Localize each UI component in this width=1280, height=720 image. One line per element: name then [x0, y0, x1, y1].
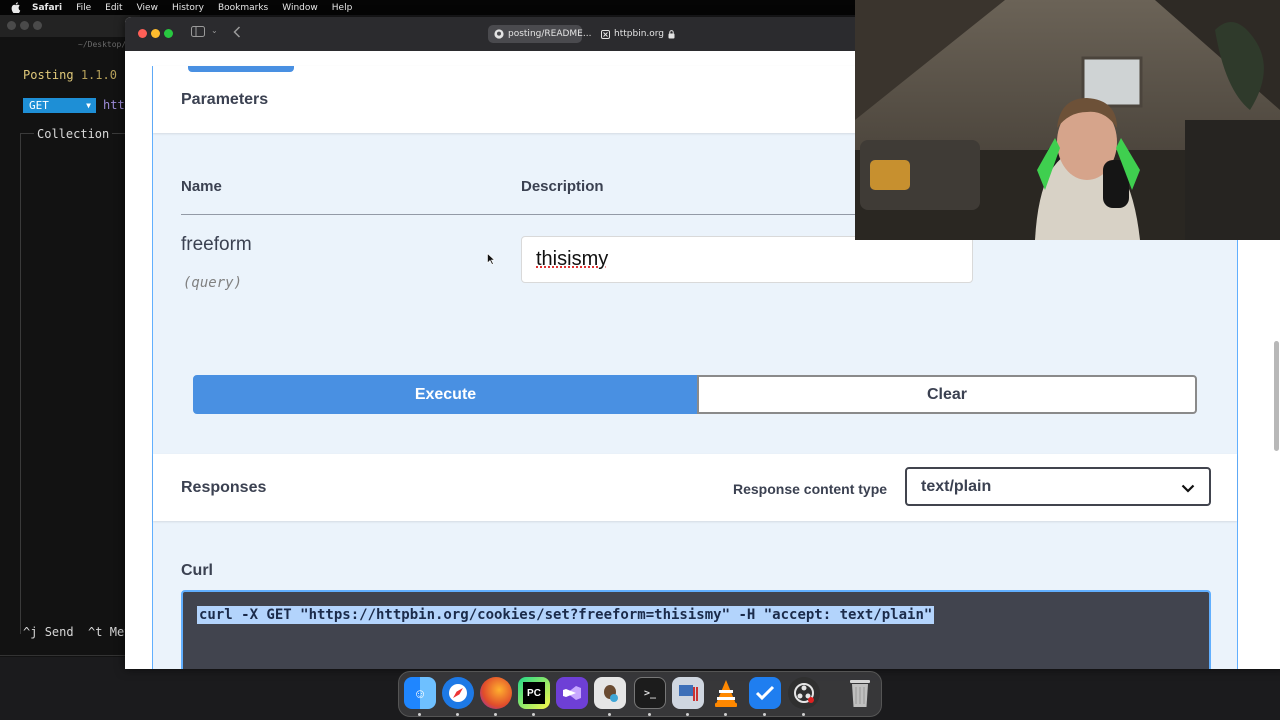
- preview-icon[interactable]: [594, 677, 626, 709]
- system-monitor-icon[interactable]: [672, 677, 704, 709]
- close-button[interactable]: [138, 29, 147, 38]
- safari-icon[interactable]: [442, 677, 474, 709]
- sidebar-toggle-icon[interactable]: [191, 26, 205, 37]
- menu-help[interactable]: Help: [332, 3, 353, 13]
- keybinding-footer: ^j Send ^t Met: [23, 625, 131, 639]
- mouse-cursor-icon: [487, 252, 496, 265]
- tab-httpbin[interactable]: httpbin.org: [595, 25, 677, 43]
- tasks-icon[interactable]: [749, 677, 781, 709]
- menu-file[interactable]: File: [76, 3, 91, 13]
- curl-label: Curl: [181, 562, 213, 579]
- dock: ☺ PC >_: [398, 671, 882, 717]
- column-header-description: Description: [521, 178, 604, 195]
- method-value: GET: [29, 99, 49, 112]
- responses-header: Responses Response content type text/pla…: [153, 454, 1237, 521]
- webcam-overlay: [855, 0, 1280, 240]
- column-header-name: Name: [181, 178, 222, 195]
- triangle-down-icon: ▼: [86, 101, 91, 110]
- method-select[interactable]: GET ▼: [23, 98, 96, 113]
- curl-box[interactable]: curl -X GET "https://httpbin.org/cookies…: [181, 590, 1211, 669]
- menu-window[interactable]: Window: [282, 3, 318, 13]
- curl-command[interactable]: curl -X GET "https://httpbin.org/cookies…: [197, 606, 935, 624]
- visual-studio-icon[interactable]: [556, 677, 588, 709]
- response-content-type-value: text/plain: [921, 477, 992, 495]
- tab-label: httpbin.org: [614, 29, 665, 39]
- method-key: ^t: [88, 625, 103, 639]
- terminal-window: ~/Desktop/ Posting 1.1.0 GET ▼ htt Colle…: [0, 15, 151, 657]
- finder-icon[interactable]: ☺: [404, 677, 436, 709]
- terminal-zoom-button[interactable]: [33, 21, 42, 30]
- execute-button[interactable]: Execute: [193, 375, 698, 414]
- site-favicon-icon: [601, 29, 610, 39]
- freeform-input[interactable]: thisismy: [521, 236, 973, 283]
- freeform-input-value: thisismy: [536, 248, 609, 270]
- page-scrollbar[interactable]: [1274, 341, 1279, 451]
- running-indicator: [802, 713, 805, 716]
- running-indicator: [763, 713, 766, 716]
- tab-posting-readme[interactable]: posting/README...: [488, 25, 591, 43]
- collection-title: Collection: [34, 127, 113, 141]
- running-indicator: [494, 713, 497, 716]
- menu-bookmarks[interactable]: Bookmarks: [218, 3, 268, 13]
- response-content-type-select[interactable]: text/plain: [905, 467, 1211, 506]
- running-indicator: [418, 713, 421, 716]
- tab-label: posting/README...: [508, 29, 592, 39]
- menu-view[interactable]: View: [137, 3, 158, 13]
- running-indicator: [648, 713, 651, 716]
- chevron-down-icon[interactable]: ⌄: [211, 26, 218, 35]
- chevron-down-icon: [1181, 480, 1195, 498]
- response-content-type-label: Response content type: [733, 481, 888, 497]
- running-indicator: [456, 713, 459, 716]
- app-version: Posting 1.1.0: [23, 68, 117, 82]
- parameter-name: freeform: [181, 234, 252, 255]
- app-name: Posting: [23, 68, 74, 82]
- clear-button[interactable]: Clear: [697, 375, 1197, 414]
- running-indicator: [608, 713, 611, 716]
- parameter-location: (query): [183, 275, 243, 291]
- webcam-image: [855, 0, 1280, 240]
- apple-icon[interactable]: [10, 2, 22, 14]
- parameters-title: Parameters: [181, 91, 269, 108]
- terminal-path: ~/Desktop/: [78, 40, 127, 49]
- version-number: 1.1.0: [80, 68, 117, 82]
- menu-app-safari[interactable]: Safari: [32, 3, 62, 13]
- running-indicator: [532, 713, 535, 716]
- responses-title: Responses: [181, 479, 267, 496]
- back-icon[interactable]: [233, 26, 241, 38]
- cancel-button[interactable]: [188, 66, 294, 72]
- terminal-icon[interactable]: >_: [634, 677, 666, 709]
- terminal-close-button[interactable]: [7, 21, 16, 30]
- vlc-icon[interactable]: [710, 677, 742, 709]
- terminal-minimize-button[interactable]: [20, 21, 29, 30]
- menu-edit[interactable]: Edit: [105, 3, 122, 13]
- send-key: ^j: [23, 625, 38, 639]
- obs-icon[interactable]: [788, 677, 820, 709]
- terminal-divider: [0, 655, 140, 656]
- send-label: Send: [44, 625, 74, 639]
- running-indicator: [686, 713, 689, 716]
- terminal-titlebar: [0, 15, 140, 37]
- minimize-button[interactable]: [151, 29, 160, 38]
- running-indicator: [724, 713, 727, 716]
- github-icon: [494, 29, 504, 39]
- trash-icon[interactable]: [844, 677, 876, 709]
- url-input[interactable]: htt: [103, 98, 125, 112]
- zoom-button[interactable]: [164, 29, 173, 38]
- pycharm-icon[interactable]: PC: [518, 677, 550, 709]
- lock-icon: [668, 29, 675, 39]
- firefox-icon[interactable]: [480, 677, 512, 709]
- menu-history[interactable]: History: [172, 3, 204, 13]
